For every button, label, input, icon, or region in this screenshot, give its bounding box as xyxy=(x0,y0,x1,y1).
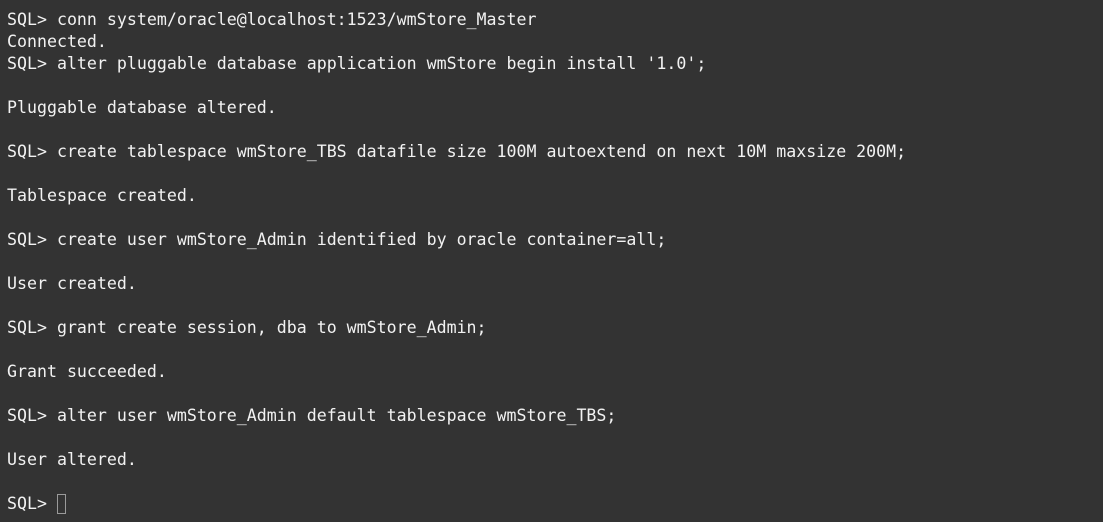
active-prompt-line[interactable]: SQL> xyxy=(7,493,1096,515)
terminal-line: SQL> alter pluggable database applicatio… xyxy=(7,54,707,73)
terminal-line: SQL> grant create session, dba to wmStor… xyxy=(7,318,487,337)
terminal-line: User altered. xyxy=(7,450,137,469)
terminal-line: Tablespace created. xyxy=(7,186,197,205)
sql-prompt: SQL> xyxy=(7,494,57,513)
terminal-line: SQL> alter user wmStore_Admin default ta… xyxy=(7,406,617,425)
terminal-line: Pluggable database altered. xyxy=(7,98,277,117)
terminal-line: SQL> conn system/oracle@localhost:1523/w… xyxy=(7,10,537,29)
terminal-window[interactable]: SQL> conn system/oracle@localhost:1523/w… xyxy=(0,0,1103,522)
terminal-line: Grant succeeded. xyxy=(7,362,167,381)
terminal-line: SQL> create tablespace wmStore_TBS dataf… xyxy=(7,142,907,161)
terminal-line: Connected. xyxy=(7,32,107,51)
terminal-line: SQL> create user wmStore_Admin identifie… xyxy=(7,230,667,249)
text-cursor xyxy=(56,494,66,514)
terminal-line: User created. xyxy=(7,274,137,293)
